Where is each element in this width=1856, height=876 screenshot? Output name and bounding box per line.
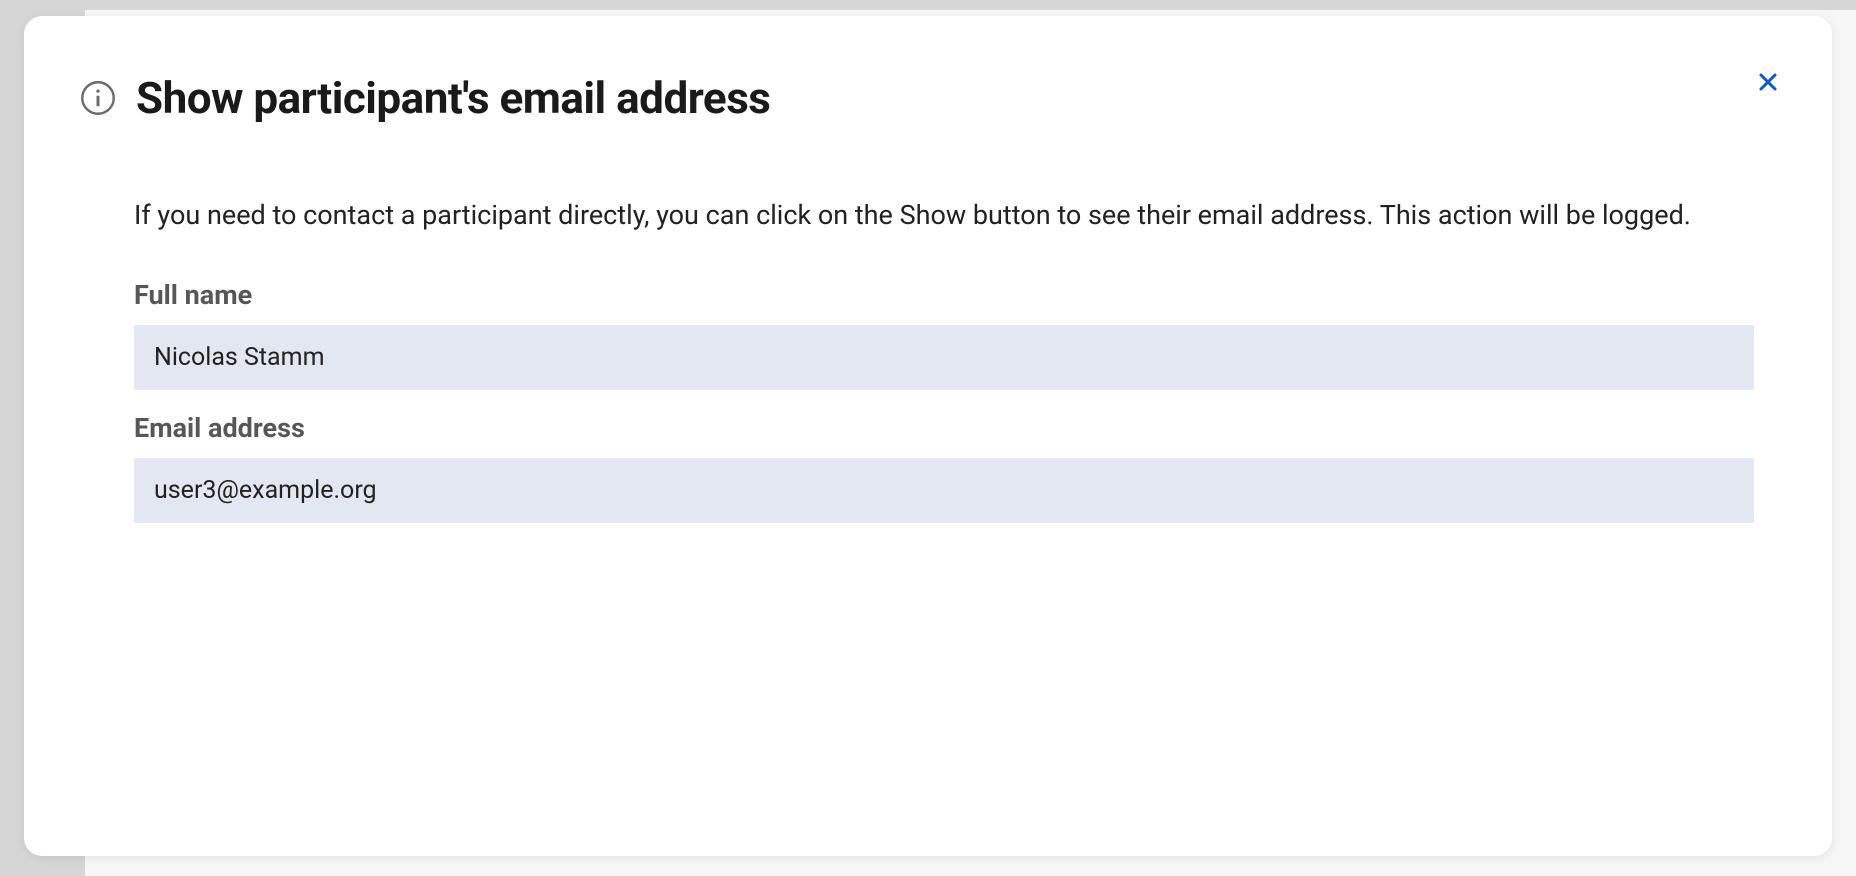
field-email-address: Email address user3@example.org — [134, 412, 1754, 523]
close-icon — [1756, 70, 1780, 94]
participant-email-modal: Show participant's email address If you … — [24, 16, 1832, 856]
email-address-value: user3@example.org — [134, 458, 1754, 523]
email-address-label: Email address — [134, 412, 1754, 444]
info-icon — [80, 80, 116, 116]
full-name-label: Full name — [134, 279, 1754, 311]
modal-header: Show participant's email address — [80, 72, 1784, 124]
modal-title: Show participant's email address — [136, 72, 770, 124]
modal-body: If you need to contact a participant dir… — [80, 196, 1784, 523]
field-full-name: Full name Nicolas Stamm — [134, 279, 1754, 390]
close-button[interactable] — [1752, 66, 1784, 98]
full-name-value: Nicolas Stamm — [134, 325, 1754, 390]
modal-description: If you need to contact a participant dir… — [134, 196, 1754, 235]
